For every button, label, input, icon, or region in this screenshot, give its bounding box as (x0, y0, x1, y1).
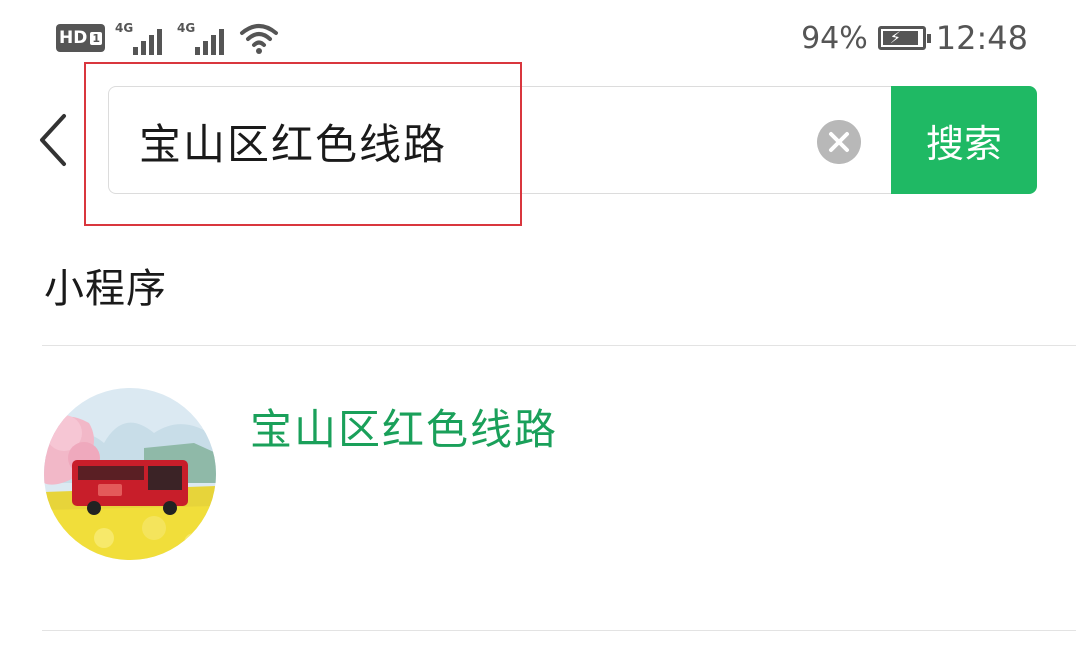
divider (42, 630, 1076, 631)
red-bus-mini-program-icon (44, 388, 216, 560)
search-button[interactable]: 搜索 (891, 86, 1037, 194)
signal-icon-sim1: 4G (115, 21, 167, 55)
battery-percent: 94% (801, 20, 868, 56)
status-bar: HD 1 4G 4G 94% ⚡ 12:48 (0, 0, 1076, 80)
hd-label: HD (59, 28, 88, 48)
hd-icon: HD 1 (56, 24, 105, 52)
wifi-icon (240, 24, 278, 54)
chevron-left-icon[interactable] (32, 110, 76, 170)
clock: 12:48 (935, 19, 1028, 57)
clear-icon[interactable] (817, 120, 861, 164)
network-type-label: 4G (177, 21, 196, 35)
search-input[interactable] (139, 109, 799, 173)
battery-charging-icon: ⚡ (877, 26, 931, 50)
search-box (108, 86, 892, 194)
section-title-mini-programs: 小程序 (44, 266, 167, 312)
result-title: 宝山区红色线路 (250, 405, 559, 454)
result-item[interactable]: 宝山区红色线路 (0, 348, 1076, 630)
divider (42, 345, 1076, 346)
signal-icon-sim2: 4G (177, 21, 229, 55)
network-type-label: 4G (115, 21, 134, 35)
hd-sub-label: 1 (90, 31, 102, 45)
